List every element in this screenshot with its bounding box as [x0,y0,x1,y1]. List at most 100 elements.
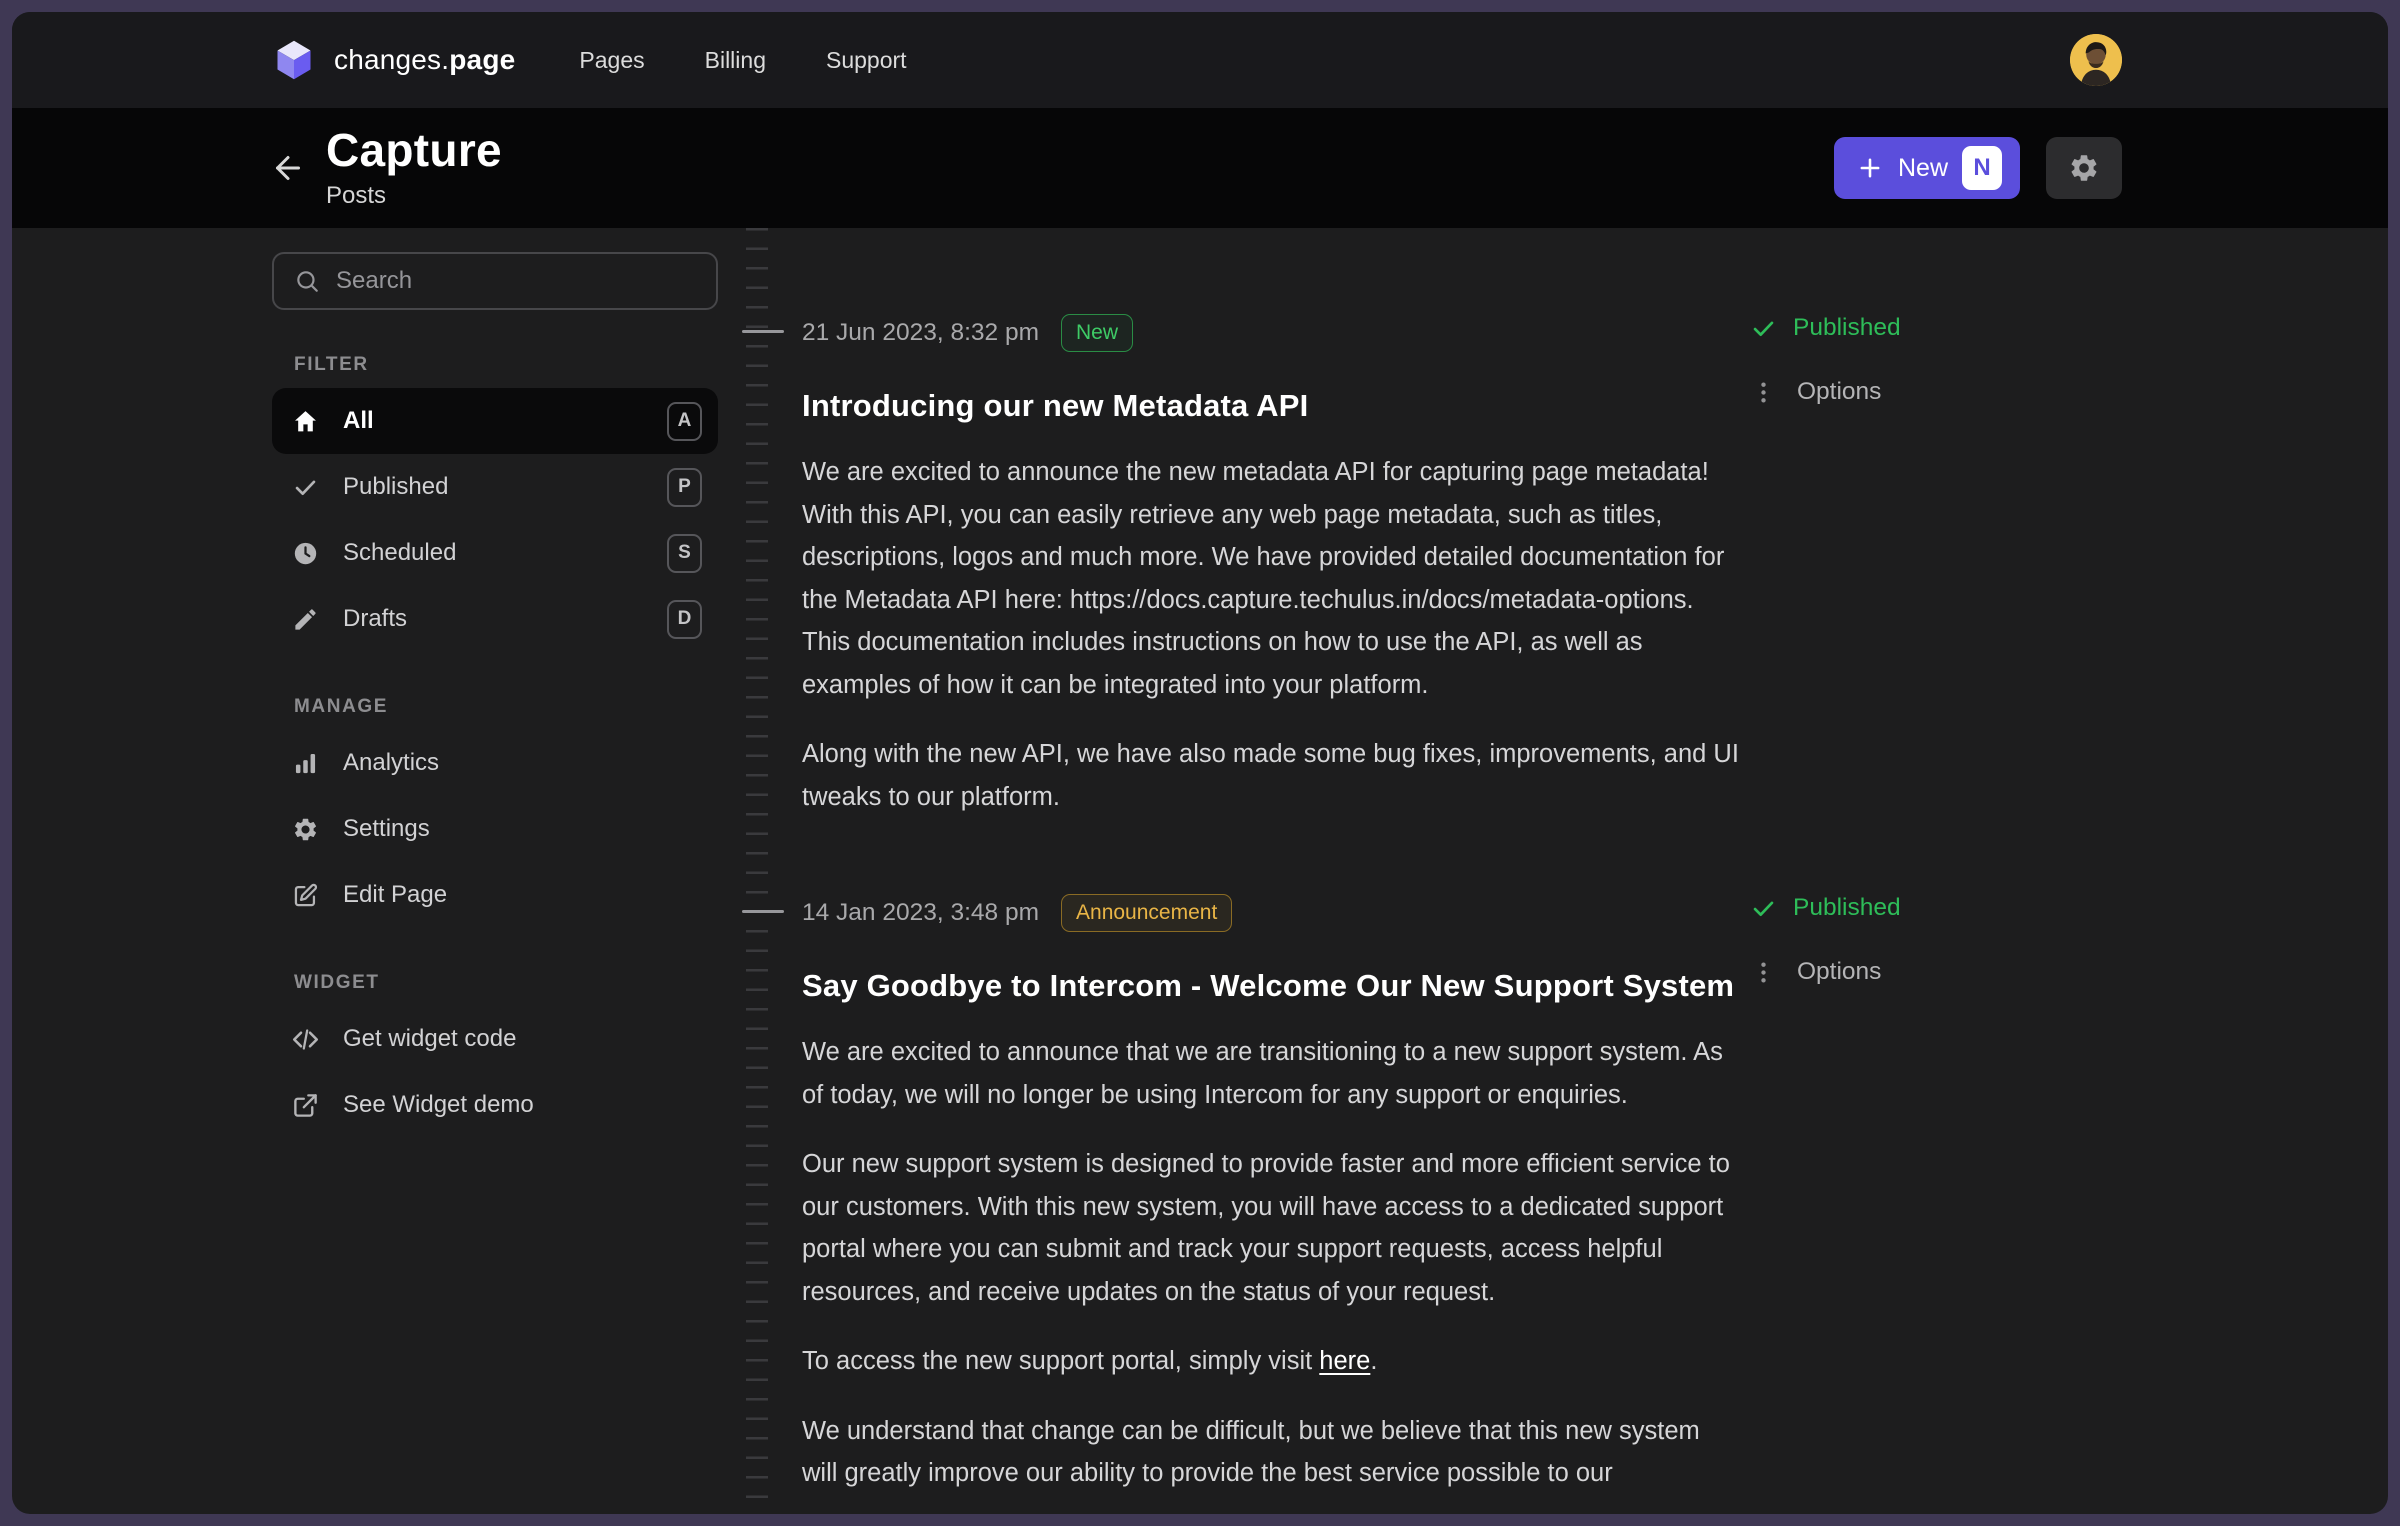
post-badge: Announcement [1061,894,1232,931]
nav-link-pages[interactable]: Pages [579,47,644,74]
title-block: Capture Posts [326,126,502,209]
kebab-menu-icon [1750,379,1777,406]
sidebar-section: MANAGE Analytics Settings Edit Page [272,696,718,928]
post-body: We are excited to announce that we are t… [802,1031,1742,1495]
post-date: 21 Jun 2023, 8:32 pm [802,319,1039,347]
post-status-rail: Published Options [1750,314,1960,406]
sidebar-section-items: Get widget code See Widget demo [272,1006,718,1138]
sidebar-item-label: Analytics [343,749,439,777]
brand-logo[interactable]: changes.page [272,38,515,82]
sidebar-section-label: WIDGET [294,972,718,994]
code-icon [292,1026,319,1053]
nav-link-billing[interactable]: Billing [705,47,766,74]
post-paragraph: We are excited to announce that we are t… [802,1031,1742,1116]
sidebar-item-label: Scheduled [343,539,456,567]
sidebar-item-label: Edit Page [343,881,447,909]
shortcut-badge: A [667,402,702,441]
timeline-tick [742,330,784,333]
sidebar-item-analytics[interactable]: Analytics [272,730,718,796]
post-status: Published [1750,894,1960,922]
post-status-rail: Published Options [1750,894,1960,986]
header-actions: New N [1834,137,2122,199]
sidebar-sections: FILTER All A Published P Scheduled S Dra… [272,354,718,1138]
sidebar-section: WIDGET Get widget code See Widget demo [272,972,718,1138]
shortcut-badge: S [667,534,702,573]
sidebar-section-label: FILTER [294,354,718,376]
post-paragraph: We are excited to announce the new metad… [802,451,1742,706]
inline-link[interactable]: here [1319,1347,1370,1375]
post-paragraph: Our new support system is designed to pr… [802,1143,1742,1313]
sidebar-item-label: Drafts [343,605,407,633]
shortcut-badge: P [667,468,702,507]
sidebar-item-label: See Widget demo [343,1091,534,1119]
sidebar-section: FILTER All A Published P Scheduled S Dra… [272,354,718,652]
sidebar-item-published[interactable]: Published P [272,454,718,520]
sidebar-section-items: Analytics Settings Edit Page [272,730,718,928]
gear-icon [2068,152,2100,184]
sidebar-item-get-widget-code[interactable]: Get widget code [272,1006,718,1072]
search-icon [294,268,320,294]
shortcut-badge: D [667,600,702,639]
edit-square-icon [292,882,319,909]
top-nav: changes.page Pages Billing Support [12,12,2388,108]
back-button[interactable] [264,144,312,192]
search-box[interactable] [272,252,718,310]
nav-link-support[interactable]: Support [826,47,907,74]
post-body: We are excited to announce the new metad… [802,451,1742,818]
sidebar-item-all[interactable]: All A [272,388,718,454]
post-paragraph: Along with the new API, we have also mad… [802,733,1742,818]
sidebar-item-settings[interactable]: Settings [272,796,718,862]
sidebar-item-see-widget-demo[interactable]: See Widget demo [272,1072,718,1138]
post-status-label: Published [1793,894,1901,922]
post-options-button[interactable]: Options [1750,378,1960,406]
brand-name: changes.page [334,44,515,76]
check-icon [292,474,319,501]
posts-list: 21 Jun 2023, 8:32 pm New Introducing our… [802,228,2388,1514]
post-options-label: Options [1797,378,1881,406]
post-badge: New [1061,314,1133,351]
page-settings-button[interactable] [2046,137,2122,199]
sidebar-item-edit-page[interactable]: Edit Page [272,862,718,928]
app-window: changes.page Pages Billing Support Capture… [12,12,2388,1514]
sidebar-item-label: All [343,407,374,435]
post-status: Published [1750,314,1960,342]
post-date: 14 Jan 2023, 3:48 pm [802,899,1039,927]
cube-logo-icon [272,38,316,82]
timeline-tick [742,910,784,913]
bar-chart-icon [292,750,319,777]
post-options-label: Options [1797,958,1881,986]
search-input[interactable] [336,267,696,295]
sidebar-item-label: Get widget code [343,1025,516,1053]
plus-icon [1856,154,1884,182]
gear-icon [292,816,319,843]
new-button-label: New [1898,154,1948,183]
timeline-dashes [746,228,768,1514]
page-title: Capture [326,126,502,174]
kebab-menu-icon [1750,959,1777,986]
avatar-image [2070,34,2122,86]
home-icon [292,408,319,435]
new-shortcut-badge: N [1962,146,2002,190]
pencil-icon [292,606,319,633]
post-options-button[interactable]: Options [1750,958,1960,986]
post-status-label: Published [1793,314,1901,342]
post-card: 14 Jan 2023, 3:48 pm Announcement Say Go… [802,892,1962,1495]
sidebar-item-label: Settings [343,815,430,843]
check-icon [1750,315,1777,342]
sidebar-item-drafts[interactable]: Drafts D [272,586,718,652]
new-post-button[interactable]: New N [1834,137,2020,199]
page-header: Capture Posts New N [12,108,2388,228]
post-card: 21 Jun 2023, 8:32 pm New Introducing our… [802,312,1962,818]
clock-icon [292,540,319,567]
post-paragraph: To access the new support portal, simply… [802,1340,1742,1383]
user-avatar[interactable] [2070,34,2122,86]
sidebar-section-items: All A Published P Scheduled S Drafts D [272,388,718,652]
timeline-ruler [718,228,802,1514]
check-icon [1750,895,1777,922]
arrow-left-icon [270,150,306,186]
nav-links: Pages Billing Support [579,47,906,74]
sidebar: FILTER All A Published P Scheduled S Dra… [272,228,718,1514]
main-area: FILTER All A Published P Scheduled S Dra… [12,228,2388,1514]
sidebar-item-scheduled[interactable]: Scheduled S [272,520,718,586]
post-paragraph: We understand that change can be difficu… [802,1410,1742,1495]
